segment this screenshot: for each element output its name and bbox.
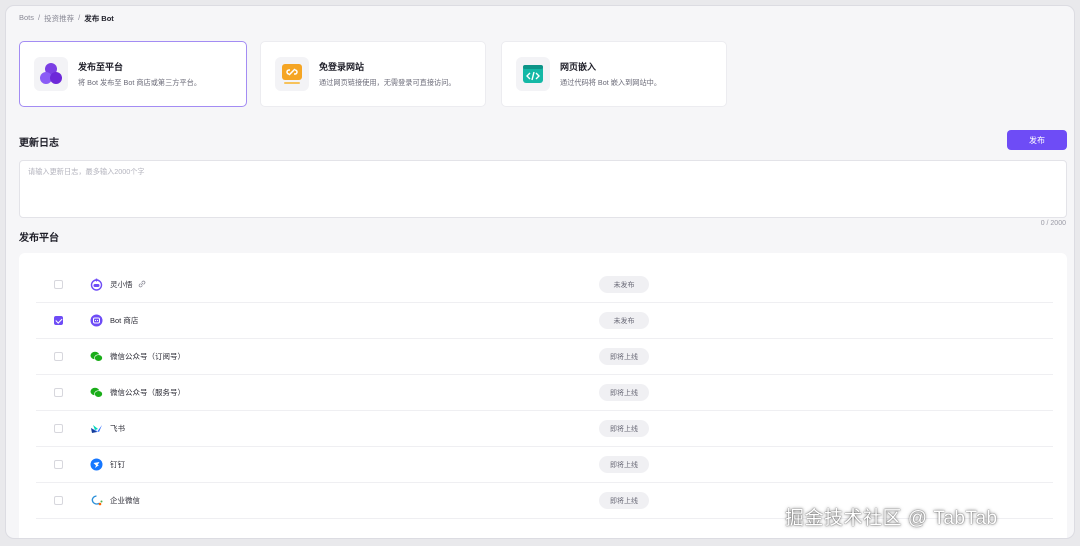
platform-circles-icon <box>34 57 68 91</box>
breadcrumb-current: 发布 Bot <box>84 14 114 23</box>
platform-name: 灵小悟 <box>110 280 133 289</box>
status-badge: 未发布 <box>599 276 649 293</box>
card-desc: 通过网页链接使用，无需登录可直接访问。 <box>319 78 456 87</box>
platform-checkbox[interactable] <box>54 352 63 361</box>
wecom-icon <box>90 494 103 507</box>
card-desc: 将 Bot 发布至 Bot 商店或第三方平台。 <box>78 78 202 87</box>
char-counter: 0 / 2000 <box>1040 220 1066 227</box>
bot-store-icon <box>90 314 103 327</box>
publish-button[interactable]: 发布 <box>1007 130 1067 150</box>
card-title: 网页嵌入 <box>560 62 597 72</box>
robot-icon <box>90 278 103 291</box>
web-embed-card[interactable]: 网页嵌入 通过代码将 Bot 嵌入到网站中。 <box>501 41 727 107</box>
status-badge: 即将上线 <box>599 348 649 365</box>
platform-name: 微信公众号（服务号） <box>110 388 185 397</box>
platform-name: 企业微信 <box>110 496 140 505</box>
publish-to-platform-card[interactable]: 发布至平台 将 Bot 发布至 Bot 商店或第三方平台。 <box>19 41 247 107</box>
card-title: 免登录网站 <box>319 62 365 72</box>
breadcrumb-bot-name[interactable]: 投资推荐 <box>44 13 74 24</box>
platform-row-wechat-subscription: 微信公众号（订阅号） 即将上线 <box>36 339 1053 375</box>
platform-name: 飞书 <box>110 424 125 433</box>
code-embed-icon <box>516 57 550 91</box>
platform-checkbox[interactable] <box>54 316 63 325</box>
link-window-icon <box>275 57 309 91</box>
card-title: 发布至平台 <box>78 62 124 72</box>
platform-checkbox[interactable] <box>54 388 63 397</box>
platforms-title: 发布平台 <box>19 233 59 244</box>
platform-row-lingxiaowu: 灵小悟 未发布 <box>36 267 1053 303</box>
breadcrumb-bots[interactable]: Bots <box>19 13 34 24</box>
platform-checkbox[interactable] <box>54 280 63 289</box>
watermark: 掘金技术社区 @ TabTab <box>785 508 998 529</box>
status-badge: 即将上线 <box>599 384 649 401</box>
platform-checkbox[interactable] <box>54 496 63 505</box>
status-badge: 即将上线 <box>599 420 649 437</box>
changelog-title: 更新日志 <box>19 138 59 149</box>
platform-name: Bot 商店 <box>110 316 139 325</box>
wechat-icon <box>90 386 103 399</box>
breadcrumb: Bots / 投资推荐 / 发布 Bot <box>19 13 114 24</box>
status-badge: 即将上线 <box>599 492 649 509</box>
link-icon[interactable] <box>138 280 146 290</box>
platform-row-feishu: 飞书 即将上线 <box>36 411 1053 447</box>
platform-checkbox[interactable] <box>54 460 63 469</box>
card-desc: 通过代码将 Bot 嵌入到网站中。 <box>560 78 662 87</box>
no-login-website-card[interactable]: 免登录网站 通过网页链接使用，无需登录可直接访问。 <box>260 41 486 107</box>
app-window: Bots / 投资推荐 / 发布 Bot 发布至平台 将 Bot 发布至 Bot… <box>6 6 1074 538</box>
wechat-icon <box>90 350 103 363</box>
platform-row-bot-store: Bot 商店 未发布 <box>36 303 1053 339</box>
platform-name: 钉钉 <box>110 460 125 469</box>
platform-name: 微信公众号（订阅号） <box>110 352 185 361</box>
status-badge: 即将上线 <box>599 456 649 473</box>
platform-row-wechat-service: 微信公众号（服务号） 即将上线 <box>36 375 1053 411</box>
changelog-input[interactable] <box>19 160 1067 218</box>
platform-list: 灵小悟 未发布 Bot 商店 未发布 微信公众号（订阅号） 即将上线 微信公众号… <box>19 253 1067 538</box>
platform-row-dingtalk: 钉钉 即将上线 <box>36 447 1053 483</box>
feishu-icon <box>90 422 103 435</box>
platform-checkbox[interactable] <box>54 424 63 433</box>
dingtalk-icon <box>90 458 103 471</box>
status-badge: 未发布 <box>599 312 649 329</box>
